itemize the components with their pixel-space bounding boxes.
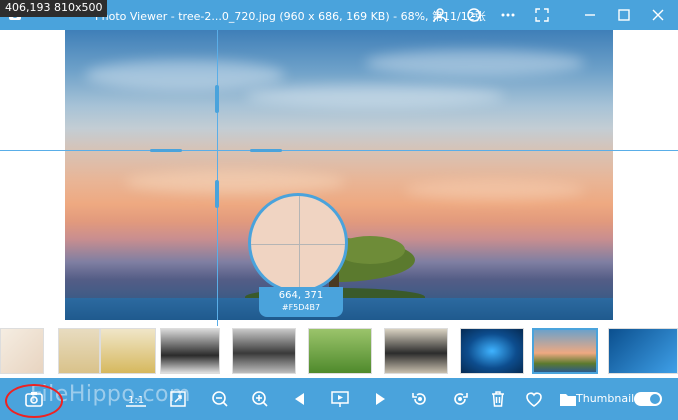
thumbnail[interactable] xyxy=(0,328,44,374)
image-stage[interactable]: 664, 371 #F5D4B7 xyxy=(0,30,678,350)
thumbnail[interactable] xyxy=(460,328,524,374)
rotate-right-button[interactable] xyxy=(448,387,472,411)
zoom-in-button[interactable] xyxy=(248,387,272,411)
magnifier-readout: 664, 371 #F5D4B7 xyxy=(259,287,343,317)
coords-readout: 406,193 810x500 xyxy=(0,0,107,17)
minimize-icon[interactable] xyxy=(580,5,600,25)
thumbnail-strip xyxy=(0,326,678,378)
photo-sunset-tree xyxy=(65,30,613,320)
pixel-color-hex: #F5D4B7 xyxy=(281,303,321,312)
user-icon[interactable] xyxy=(430,5,450,25)
red-circle-highlight xyxy=(5,384,63,418)
title-bar: 406,193 810x500 Photo Viewer - tree-2...… xyxy=(0,0,678,30)
delete-button[interactable] xyxy=(486,387,510,411)
thumbnail[interactable] xyxy=(100,328,156,374)
color-magnifier xyxy=(248,193,348,293)
window-title: Photo Viewer - tree-2...0_720.jpg (960 x… xyxy=(95,10,486,23)
thumbnail[interactable] xyxy=(608,328,678,374)
crosshair-horizontal xyxy=(0,150,678,151)
pixel-coordinates: 664, 371 xyxy=(278,290,324,301)
thumbnail[interactable] xyxy=(160,328,220,374)
crosshair-marker xyxy=(215,180,219,208)
thumbnail[interactable] xyxy=(58,328,100,374)
crosshair-marker xyxy=(215,85,219,113)
toggle-knob xyxy=(650,394,660,404)
thumbnail[interactable] xyxy=(232,328,296,374)
close-icon[interactable] xyxy=(648,5,668,25)
thumbnail-current[interactable] xyxy=(532,328,598,374)
chat-icon[interactable] xyxy=(464,5,484,25)
thumbnail[interactable] xyxy=(308,328,372,374)
thumbnail[interactable] xyxy=(384,328,448,374)
crosshair-marker xyxy=(150,149,182,152)
fullscreen-icon[interactable] xyxy=(532,5,552,25)
thumbnail-label: Thumbnail xyxy=(576,392,635,405)
maximize-icon[interactable] xyxy=(614,5,634,25)
zoom-out-button[interactable] xyxy=(208,387,232,411)
crosshair-marker xyxy=(250,149,282,152)
favorite-heart-button[interactable] xyxy=(522,387,546,411)
more-icon[interactable] xyxy=(498,5,518,25)
previous-button[interactable] xyxy=(288,387,312,411)
rotate-left-button[interactable] xyxy=(408,387,432,411)
slideshow-button[interactable] xyxy=(328,387,352,411)
next-button[interactable] xyxy=(368,387,392,411)
thumbnail-toggle[interactable] xyxy=(634,392,662,406)
